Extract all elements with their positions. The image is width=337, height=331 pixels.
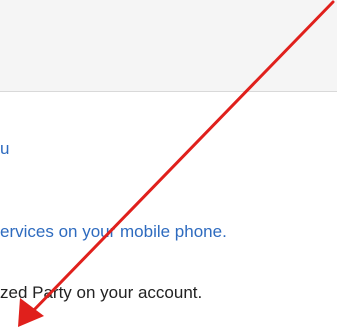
page: l u ervices on your mobile phone. zed Pa… [0, 0, 337, 331]
header-bar: l [0, 0, 337, 92]
link-fragment[interactable]: u [0, 139, 9, 159]
page-title: l [0, 21, 1, 61]
mobile-services-link[interactable]: ervices on your mobile phone. [0, 222, 227, 242]
authorized-party-text: zed Party on your account. [0, 283, 203, 302]
